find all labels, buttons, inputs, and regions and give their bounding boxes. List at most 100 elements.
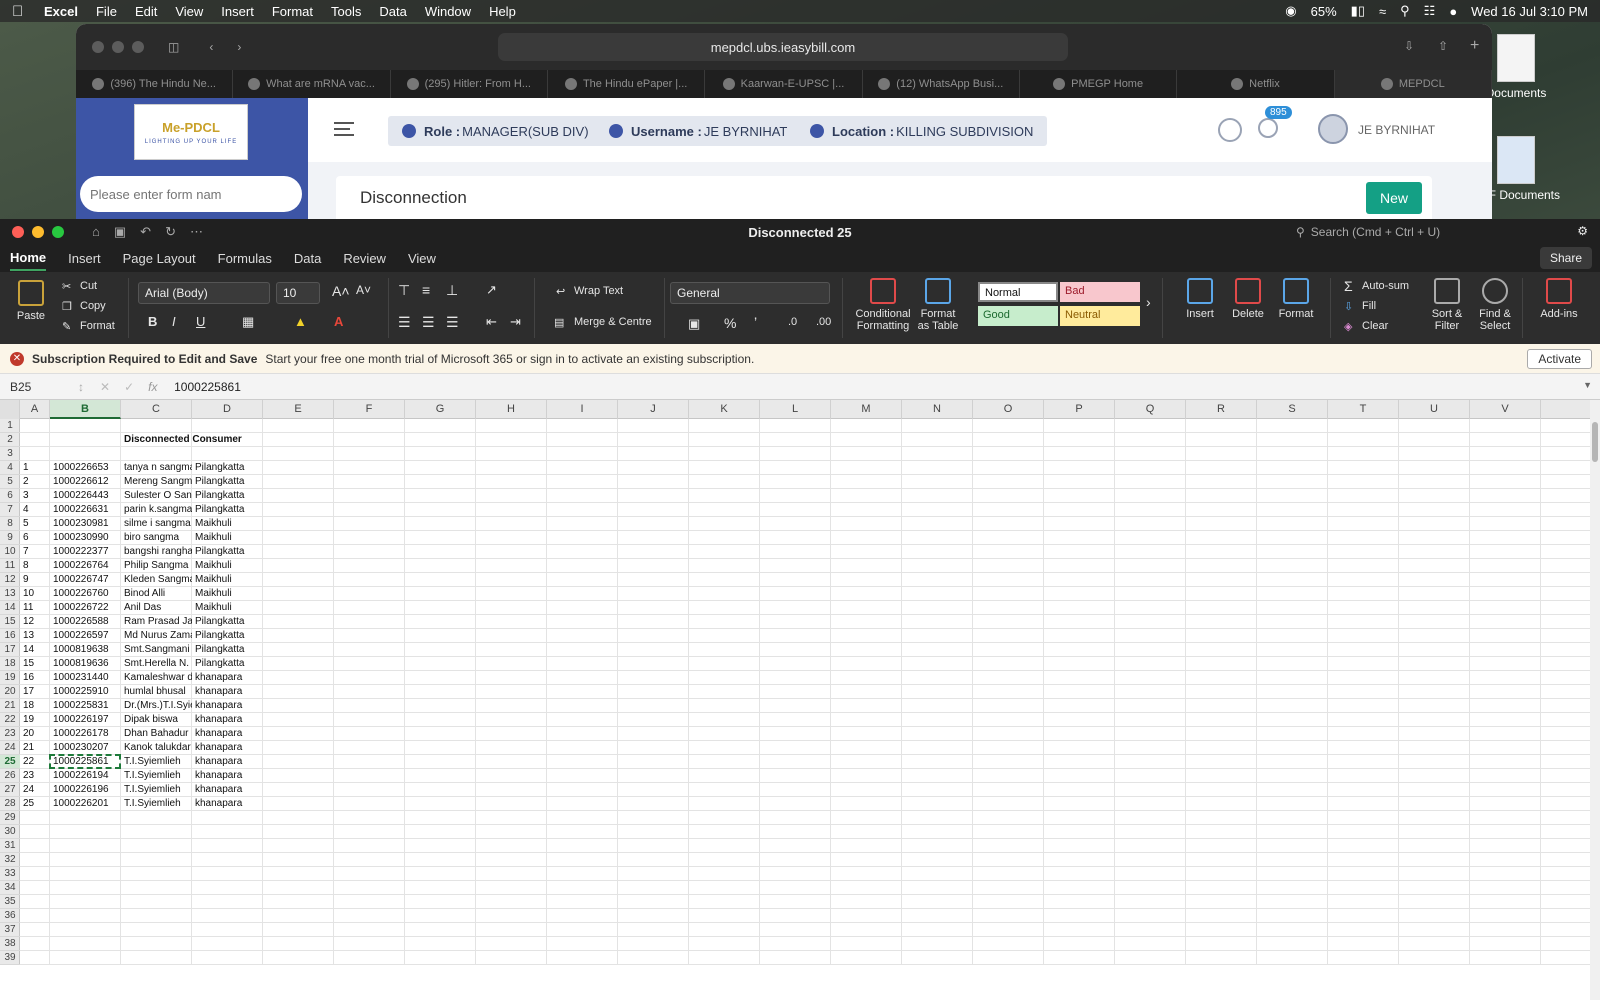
style-good[interactable]: Good — [978, 306, 1058, 326]
table-cell[interactable]: silme i sangma — [121, 517, 192, 531]
table-cell[interactable]: bangshi rangha — [121, 545, 192, 559]
autosum-button[interactable]: Auto-sum — [1362, 280, 1409, 292]
row-header[interactable]: 24 — [0, 741, 20, 755]
browser-tab[interactable]: What are mRNA vac... — [233, 70, 391, 98]
format-cells-button[interactable]: Format — [1270, 278, 1322, 320]
table-cell[interactable]: Maikhuli — [192, 531, 263, 545]
style-normal[interactable]: Normal — [978, 282, 1058, 302]
table-cell[interactable]: Sulester O Sangma — [121, 489, 192, 503]
new-button[interactable]: New — [1366, 182, 1422, 214]
tab-data[interactable]: Data — [294, 247, 321, 270]
wrap-text-button[interactable]: Wrap Text — [574, 285, 623, 297]
font-color-icon[interactable]: A — [334, 314, 343, 329]
table-cell[interactable]: 1000819636 — [50, 657, 121, 671]
table-cell[interactable]: 14 — [20, 643, 50, 657]
table-cell[interactable]: 1000225831 — [50, 699, 121, 713]
confirm-edit-icon[interactable]: ✓ — [124, 380, 134, 394]
menubar-clock[interactable]: Wed 16 Jul 3:10 PM — [1471, 4, 1588, 19]
table-cell[interactable]: Smt.Herella N. S — [121, 657, 192, 671]
row-header[interactable]: 12 — [0, 573, 20, 587]
table-cell[interactable]: Kanok talukdar — [121, 741, 192, 755]
zoom-window-button[interactable] — [132, 41, 144, 53]
row-header[interactable]: 30 — [0, 825, 20, 839]
row-header[interactable]: 9 — [0, 531, 20, 545]
table-cell[interactable]: 4 — [20, 503, 50, 517]
row-header[interactable]: 19 — [0, 671, 20, 685]
fill-button[interactable]: Fill — [1362, 300, 1376, 312]
table-cell[interactable]: T.I.Syiemlieh — [121, 769, 192, 783]
copy-icon[interactable]: ❐ — [62, 300, 72, 313]
table-cell[interactable]: 11 — [20, 601, 50, 615]
table-cell[interactable]: Mereng Sangma — [121, 475, 192, 489]
close-window-button[interactable] — [92, 41, 104, 53]
sidebar-toggle-icon[interactable]: ◫ — [168, 40, 179, 54]
table-cell[interactable]: Maikhuli — [192, 587, 263, 601]
table-cell[interactable]: Pilangkatta — [192, 489, 263, 503]
increase-font-icon[interactable]: A˄ — [332, 283, 350, 299]
fill-color-icon[interactable]: ▲ — [294, 314, 307, 329]
tab-page-layout[interactable]: Page Layout — [123, 247, 196, 270]
clear-button[interactable]: Clear — [1362, 320, 1388, 332]
orientation-icon[interactable]: ↗ — [486, 282, 497, 298]
table-cell[interactable]: 16 — [20, 671, 50, 685]
column-header-d[interactable]: D — [192, 400, 263, 419]
table-cell[interactable]: Pilangkatta — [192, 475, 263, 489]
table-cell[interactable]: 20 — [20, 727, 50, 741]
column-header-h[interactable]: H — [476, 400, 547, 419]
row-header[interactable]: 31 — [0, 839, 20, 853]
back-icon[interactable]: ‹ — [209, 40, 213, 54]
table-cell[interactable]: 13 — [20, 629, 50, 643]
column-header-b[interactable]: B — [50, 400, 121, 419]
column-header-a[interactable]: A — [20, 400, 50, 419]
increase-decimal-icon[interactable]: .0 — [788, 316, 797, 328]
name-box-stepper-icon[interactable]: ↕ — [78, 380, 84, 394]
table-cell[interactable]: 1000226612 — [50, 475, 121, 489]
team-icon[interactable] — [1218, 118, 1242, 142]
table-cell[interactable]: Pilangkatta — [192, 657, 263, 671]
table-cell[interactable]: 3 — [20, 489, 50, 503]
column-header-l[interactable]: L — [760, 400, 831, 419]
row-header[interactable]: 37 — [0, 923, 20, 937]
table-cell[interactable]: tanya n sangma — [121, 461, 192, 475]
column-header-k[interactable]: K — [689, 400, 760, 419]
table-cell[interactable]: khanapara — [192, 797, 263, 811]
align-right-icon[interactable]: ☰ — [446, 314, 459, 331]
table-cell[interactable]: 18 — [20, 699, 50, 713]
table-cell[interactable]: 6 — [20, 531, 50, 545]
table-cell[interactable]: Pilangkatta — [192, 503, 263, 517]
table-cell[interactable]: 1000226760 — [50, 587, 121, 601]
table-cell[interactable]: khanapara — [192, 685, 263, 699]
form-search-input[interactable] — [80, 176, 302, 212]
menu-data[interactable]: Data — [379, 4, 406, 19]
tab-insert[interactable]: Insert — [68, 247, 101, 270]
hamburger-menu-icon[interactable] — [334, 122, 354, 136]
bold-button[interactable]: B — [148, 314, 157, 329]
table-cell[interactable]: 7 — [20, 545, 50, 559]
table-cell[interactable]: T.I.Syiemlieh — [121, 797, 192, 811]
control-center-icon[interactable]: ☷ — [1424, 3, 1436, 19]
table-cell[interactable]: 1000226197 — [50, 713, 121, 727]
table-cell[interactable]: khanapara — [192, 713, 263, 727]
share-button[interactable]: Share — [1539, 247, 1592, 269]
paste-button[interactable]: Paste — [12, 280, 50, 322]
column-header-j[interactable]: J — [618, 400, 689, 419]
row-header[interactable]: 14 — [0, 601, 20, 615]
table-cell[interactable]: T.I.Syiemlieh — [121, 783, 192, 797]
table-cell[interactable]: 1000230981 — [50, 517, 121, 531]
decrease-font-icon[interactable]: A˅ — [356, 283, 371, 297]
align-bottom-icon[interactable]: ⊥ — [446, 282, 458, 299]
column-header-c[interactable]: C — [121, 400, 192, 419]
align-center-icon[interactable]: ☰ — [422, 314, 435, 331]
column-header-s[interactable]: S — [1257, 400, 1328, 419]
table-cell[interactable]: 1000226722 — [50, 601, 121, 615]
browser-tab[interactable]: (396) The Hindu Ne... — [76, 70, 234, 98]
excel-search[interactable]: ⚲ Search (Cmd + Ctrl + U) — [1296, 222, 1524, 242]
table-cell[interactable]: khanapara — [192, 699, 263, 713]
row-header[interactable]: 34 — [0, 881, 20, 895]
table-cell[interactable]: 23 — [20, 769, 50, 783]
table-cell[interactable]: Ram Prasad Jai — [121, 615, 192, 629]
table-cell[interactable]: 1000226631 — [50, 503, 121, 517]
column-header-n[interactable]: N — [902, 400, 973, 419]
row-header[interactable]: 29 — [0, 811, 20, 825]
row-header[interactable]: 13 — [0, 587, 20, 601]
